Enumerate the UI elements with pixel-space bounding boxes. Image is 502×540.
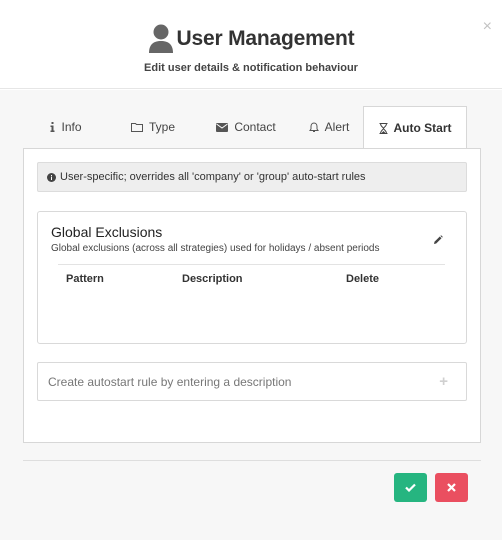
create-rule-input[interactable]	[48, 374, 428, 389]
confirm-button[interactable]	[394, 473, 427, 502]
tab-type[interactable]: Type	[109, 106, 197, 148]
column-header-pattern: Pattern	[66, 273, 104, 285]
pencil-icon[interactable]	[433, 232, 443, 250]
bell-icon	[308, 121, 319, 133]
info-circle-icon	[47, 172, 56, 182]
footer-divider	[23, 460, 481, 461]
info-icon	[50, 122, 55, 132]
tab-label: Contact	[234, 120, 276, 134]
column-header-description: Description	[182, 273, 243, 285]
exclusions-description: Global exclusions (across all strategies…	[51, 243, 380, 254]
page-subtitle: Edit user details & notification behavio…	[144, 62, 358, 74]
tab-contact[interactable]: Contact	[197, 106, 295, 148]
info-text: User-specific; overrides all 'company' o…	[60, 171, 366, 183]
tab-label: Auto Start	[393, 121, 452, 135]
tab-auto-start[interactable]: Auto Start	[363, 106, 467, 149]
dialog-header: × User Management Edit user details & no…	[0, 0, 502, 89]
tab-info[interactable]: Info	[23, 106, 109, 148]
envelope-icon	[216, 122, 229, 132]
divider	[58, 264, 445, 265]
tab-label: Type	[148, 120, 175, 134]
page-title: User Management	[176, 27, 355, 50]
check-icon	[405, 483, 416, 492]
tab-label: Alert	[324, 120, 350, 134]
tab-bar: Info Type Contact Alert Auto Start	[23, 106, 482, 149]
global-exclusions-card: Global Exclusions Global exclusions (acr…	[37, 211, 467, 344]
title-row: User Management	[0, 24, 502, 54]
info-alert: User-specific; overrides all 'company' o…	[37, 162, 467, 192]
tab-label: Info	[61, 120, 82, 134]
tab-alert[interactable]: Alert	[295, 106, 363, 148]
cancel-button[interactable]	[435, 473, 468, 502]
user-icon	[148, 24, 173, 53]
exclusions-title: Global Exclusions	[51, 224, 163, 240]
auto-start-panel: User-specific; overrides all 'company' o…	[23, 148, 481, 443]
folder-icon	[130, 122, 143, 132]
add-rule-button[interactable]: +	[439, 374, 448, 389]
create-rule-row: +	[37, 362, 467, 401]
column-header-delete: Delete	[346, 273, 380, 285]
dialog-body: Info Type Contact Alert Auto Start User-…	[0, 90, 502, 540]
close-icon	[447, 483, 456, 492]
hourglass-icon	[379, 122, 388, 134]
